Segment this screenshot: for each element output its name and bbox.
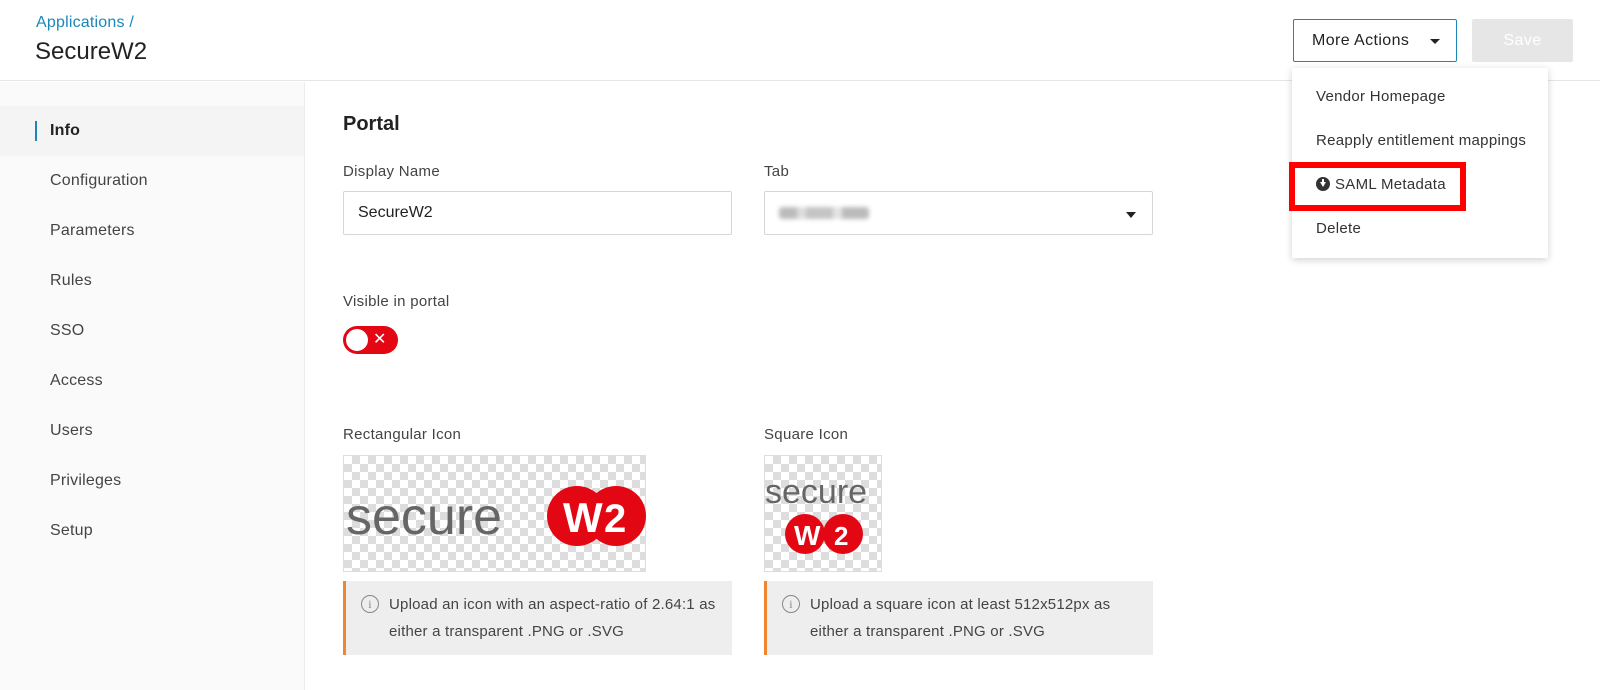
sidebar-item-label: Users [50,422,93,439]
tab-label: Tab [764,163,790,180]
logo-badge-w: W [563,494,603,541]
rectangular-icon-label: Rectangular Icon [343,426,462,443]
menu-item-reapply-entitlement-mappings[interactable]: Reapply entitlement mappings [1316,132,1526,149]
more-actions-label: More Actions [1312,31,1410,49]
square-icon-label: Square Icon [764,426,849,443]
sidebar-item-users[interactable]: Users [0,406,304,456]
save-button[interactable]: Save [1472,19,1573,62]
display-name-value: SecureW2 [358,204,433,221]
caret-down-icon [1126,212,1136,218]
visible-in-portal-label: Visible in portal [343,293,450,310]
logo-wordmark: secure [346,488,502,546]
sidebar: Info Configuration Parameters Rules SSO … [0,82,305,690]
tab-select[interactable] [764,191,1153,235]
sidebar-item-sso[interactable]: SSO [0,306,304,356]
square-icon-hint: i Upload a square icon at least 512x512p… [764,581,1153,655]
display-name-label: Display Name [343,163,440,180]
sidebar-item-label: Parameters [50,222,135,239]
logo-badge-w: W [794,520,821,551]
sidebar-item-privileges[interactable]: Privileges [0,456,304,506]
sidebar-item-label: Setup [50,522,93,539]
logo-wordmark: secure [765,473,867,511]
sidebar-item-label: Privileges [50,472,122,489]
menu-item-vendor-homepage[interactable]: Vendor Homepage [1316,88,1446,105]
logo-badge-2: 2 [604,497,626,541]
page-title: SecureW2 [35,38,148,65]
sidebar-item-label: Rules [50,272,92,289]
sidebar-item-label: Info [50,122,81,139]
display-name-input[interactable]: SecureW2 [343,191,732,235]
securew2-logo-square: secure W 2 [765,473,867,554]
rectangular-icon-preview[interactable]: secure W 2 [343,455,646,572]
sidebar-item-label: Access [50,372,103,389]
sidebar-item-setup[interactable]: Setup [0,506,304,556]
sidebar-item-label: Configuration [50,172,148,189]
visible-in-portal-toggle[interactable]: ✕ [343,326,398,354]
breadcrumb[interactable]: Applications / [36,14,134,32]
menu-item-delete[interactable]: Delete [1316,220,1361,237]
sidebar-item-label: SSO [50,322,85,339]
caret-down-icon [1430,39,1440,44]
toggle-knob [346,329,368,351]
saml-metadata-highlight [1289,162,1466,211]
section-title-portal: Portal [343,113,400,135]
info-icon: i [782,595,800,613]
sidebar-item-access[interactable]: Access [0,356,304,406]
rectangular-icon-hint: i Upload an icon with an aspect-ratio of… [343,581,732,655]
rectangular-icon-hint-text: Upload an icon with an aspect-ratio of 2… [389,596,716,640]
sidebar-item-configuration[interactable]: Configuration [0,156,304,206]
square-icon-preview[interactable]: secure W 2 [764,455,882,572]
square-icon-hint-text: Upload a square icon at least 512x512px … [810,596,1111,640]
active-indicator [35,121,37,141]
sidebar-item-parameters[interactable]: Parameters [0,206,304,256]
more-actions-button[interactable]: More Actions [1293,19,1457,62]
logo-badge-2: 2 [834,521,848,551]
info-icon: i [361,595,379,613]
securew2-logo-rect: secure W 2 [346,486,646,546]
sidebar-item-rules[interactable]: Rules [0,256,304,306]
close-icon: ✕ [373,331,387,348]
sidebar-item-info[interactable]: Info [0,106,304,156]
tab-select-value-redacted [779,207,869,219]
